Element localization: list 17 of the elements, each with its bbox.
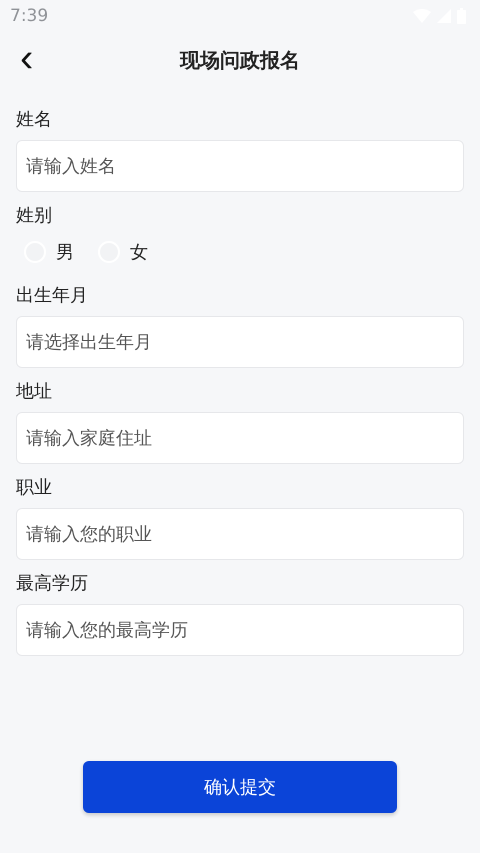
back-button[interactable]: ‹ [14, 40, 40, 76]
input-field[interactable]: 请输入姓名 [16, 140, 464, 192]
field-label: 地址 [16, 380, 53, 404]
input-field[interactable]: 请输入您的职业 [16, 508, 464, 560]
submit-button[interactable]: 确认提交 [83, 761, 397, 813]
field-label: 职业 [16, 476, 53, 500]
page-title: 现场问政报名 [180, 46, 300, 74]
field-label: 最高学历 [16, 572, 89, 596]
field-label: 出生年月 [16, 284, 89, 308]
status-time: 7:39 [10, 6, 48, 26]
radio-label: 男 [56, 241, 74, 264]
input-field[interactable]: 请输入您的最高学历 [16, 604, 464, 656]
field-label: 姓别 [16, 204, 53, 228]
radio-label: 女 [130, 241, 148, 264]
input-field[interactable]: 请选择出生年月 [16, 316, 464, 368]
input-field[interactable]: 请输入家庭住址 [16, 412, 464, 464]
field-label: 姓名 [16, 108, 53, 132]
